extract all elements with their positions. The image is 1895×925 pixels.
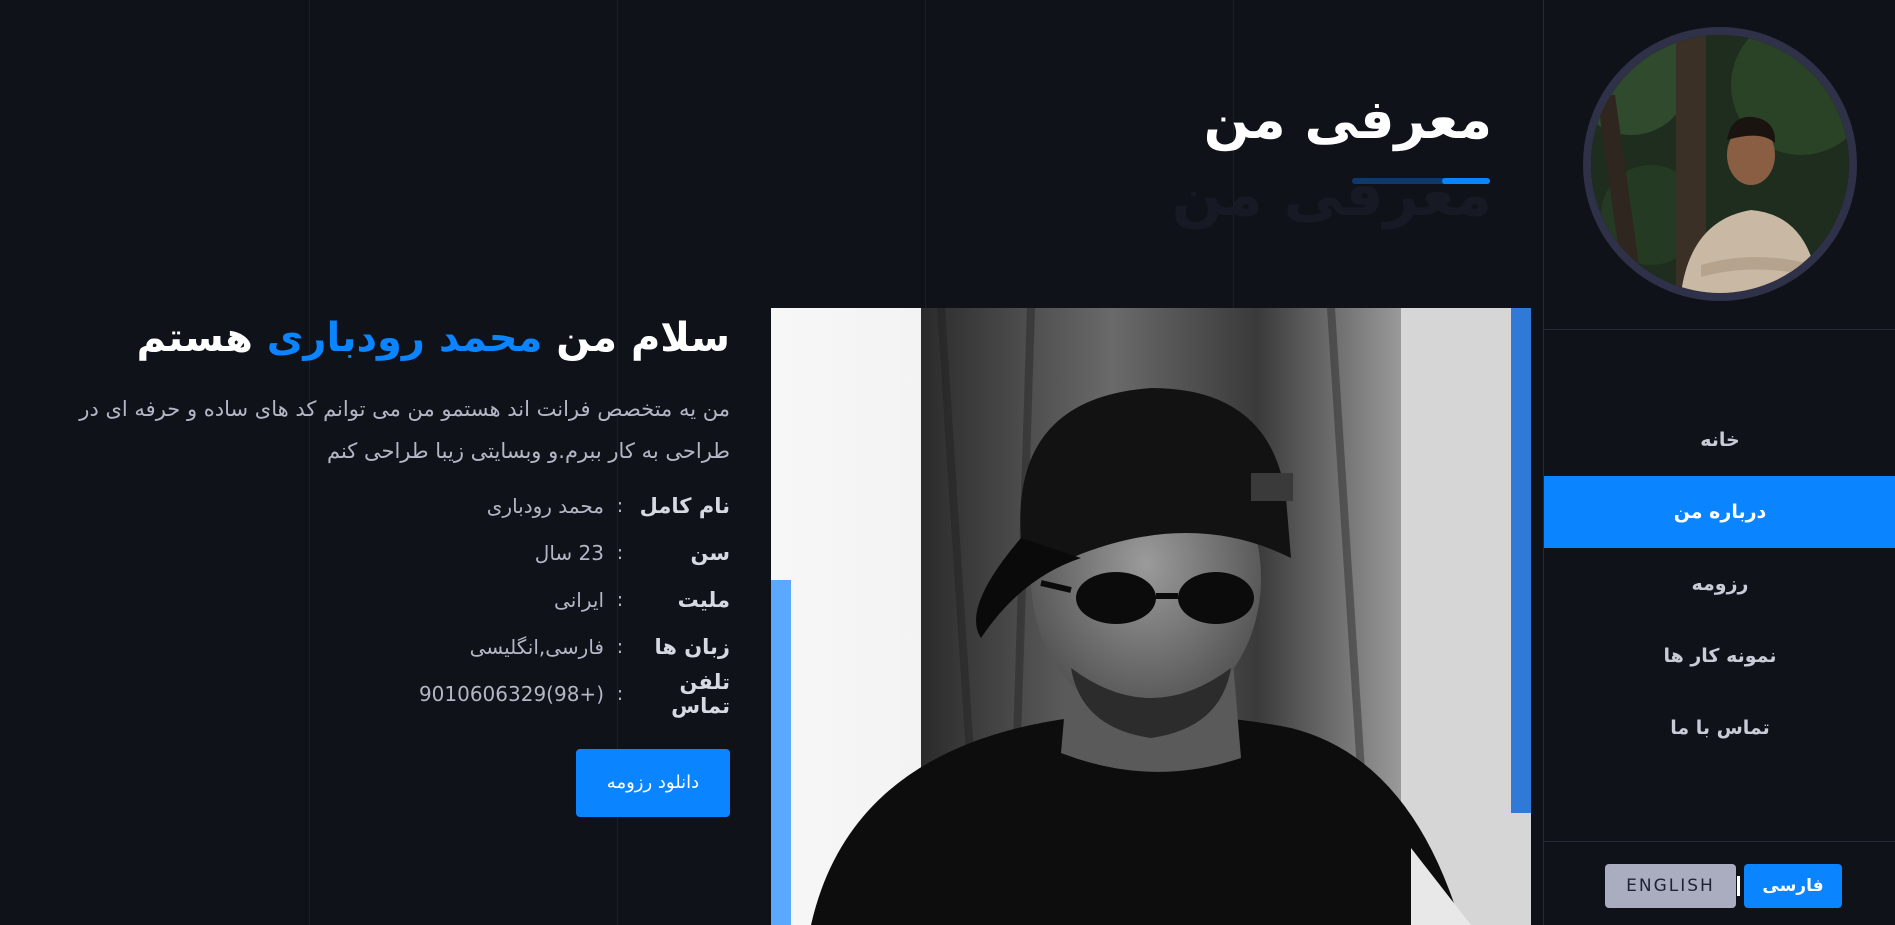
sidebar-divider [1544, 841, 1895, 842]
info-colon: : [616, 635, 624, 658]
main-nav: خانه درباره من رزومه نمونه کار ها تماس ب… [1544, 404, 1895, 764]
language-english-button[interactable]: ENGLISH [1605, 864, 1736, 908]
info-colon: : [616, 588, 624, 611]
info-label: ملیت [677, 587, 730, 612]
bio-text: من یه متخصص فرانت اند هستمو من می توانم … [79, 397, 730, 463]
nav-item-contact[interactable]: تماس با ما [1544, 692, 1895, 764]
info-row-languages: زبان ها : فارسی,انگلیسی [10, 623, 730, 670]
info-colon: : [616, 541, 624, 564]
title-underline-accent [1442, 178, 1490, 184]
info-row-nationality: ملیت : ایرانی [10, 576, 730, 623]
avatar [1583, 27, 1857, 301]
info-value: 23 سال [534, 540, 604, 565]
language-divider [1737, 876, 1740, 896]
info-label: سن [690, 540, 730, 565]
nav-item-home[interactable]: خانه [1544, 404, 1895, 476]
greeting-prefix: سلام من [556, 315, 730, 361]
info-value: محمد رودباری [486, 493, 604, 518]
info-row-age: سن : 23 سال [10, 529, 730, 576]
greeting-name: محمد رودباری [266, 315, 543, 361]
info-row-phone: تلفن تماس : 9010606329(98+) [10, 669, 730, 718]
info-value: فارسی,انگلیسی [469, 634, 604, 659]
info-label: نام کامل [639, 493, 730, 518]
page: معرفی من معرفی من سلام من محمد رودباری ه… [0, 0, 1895, 925]
info-colon: : [616, 494, 624, 517]
info-value: 9010606329(98+) [418, 681, 604, 706]
profile-photo [771, 308, 1531, 925]
section-ghost-title: معرفی من [1171, 160, 1492, 230]
intro-section: سلام من محمد رودباری هستم من یه متخصص فر… [10, 310, 730, 718]
info-colon: : [616, 682, 624, 705]
info-row-fullname: نام کامل : محمد رودباری [10, 482, 730, 529]
sidebar-divider [1544, 329, 1895, 330]
greeting-suffix: هستم [136, 315, 253, 361]
nav-item-about[interactable]: درباره من [1544, 476, 1895, 548]
download-resume-button[interactable]: دانلود رزومه [576, 749, 730, 817]
info-value: ایرانی [554, 587, 604, 612]
info-list: نام کامل : محمد رودباری سن : 23 سال ملیت… [10, 482, 730, 718]
section-title: معرفی من [1203, 88, 1492, 151]
info-label: تلفن تماس [671, 669, 730, 718]
nav-item-resume[interactable]: رزومه [1544, 548, 1895, 620]
greeting-heading: سلام من محمد رودباری هستم [10, 310, 730, 366]
photo-accent-left [771, 580, 791, 925]
photo-accent-right [1511, 308, 1531, 813]
nav-item-portfolio[interactable]: نمونه کار ها [1544, 620, 1895, 692]
language-persian-button[interactable]: فارسی [1744, 864, 1842, 908]
info-label: زبان ها [654, 634, 730, 659]
sidebar: خانه درباره من رزومه نمونه کار ها تماس ب… [1543, 0, 1895, 925]
